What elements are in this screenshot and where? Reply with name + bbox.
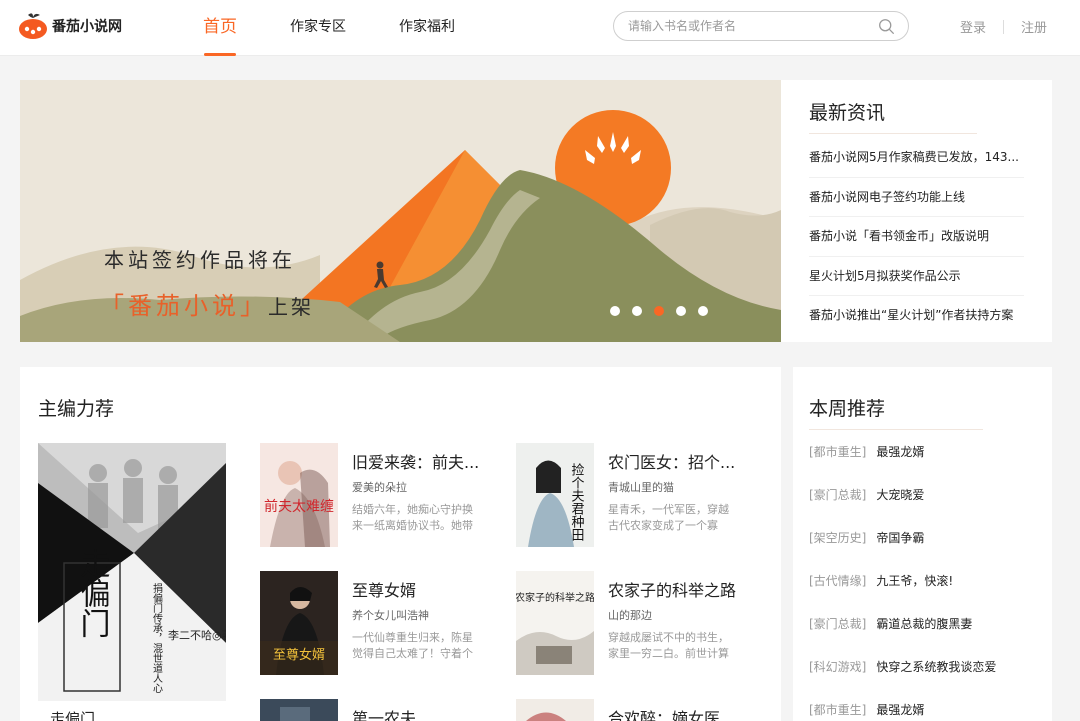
weekly-item[interactable]: [科幻游戏] 快穿之系统教我谈恋爱 [809, 646, 1039, 689]
book-cover[interactable]: 农家子的科举之路 [516, 571, 594, 675]
news-title: 最新资讯 [809, 102, 886, 124]
hero-banner[interactable]: 本站签约作品将在 「番茄小说」上架 [20, 80, 781, 342]
banner-headline: 本站签约作品将在 [104, 248, 296, 272]
feature-cover-author: 李二不哈◎著 [168, 628, 226, 642]
weekly-item-name[interactable]: 最强龙婿 [876, 703, 924, 717]
book-title[interactable]: 农门医女：招个... [608, 449, 748, 473]
banner-subline: 「番茄小说」上架 [100, 286, 314, 321]
auth-divider [1003, 19, 1005, 34]
book-item[interactable]: 捡个夫君种田 农门医女：招个... 青城山里的猫 星青禾，一代军医，穿越古代农家… [516, 443, 746, 547]
book-author[interactable]: 青城山里的猫 [608, 479, 674, 495]
book-cover-text: 农家子的科举之路 [516, 591, 594, 604]
news-item[interactable]: 番茄小说网电子签约功能上线 [809, 178, 1024, 217]
weekly-item[interactable]: [架空历史] 帝国争霸 [809, 517, 1039, 560]
weekly-title: 本周推荐 [809, 398, 886, 420]
weekly-item-category[interactable]: [豪门总裁] [809, 617, 866, 631]
main-nav: 首页 作家专区 作家福利 [192, 0, 497, 56]
news-item[interactable]: 星火计划5月拟获奖作品公示 [809, 257, 1024, 296]
book-author[interactable]: 山的那边 [608, 607, 652, 623]
site-name: 番茄小说网 [52, 19, 122, 35]
carousel-dot-2[interactable] [632, 306, 642, 316]
book-title[interactable]: 至尊女婿 [352, 577, 492, 601]
weekly-item-name[interactable]: 大宠晓爱 [876, 488, 924, 502]
news-divider [809, 133, 977, 134]
book-cover-text: 至尊女婿 [273, 647, 325, 663]
book-title[interactable]: 第一农夫 [352, 705, 492, 721]
weekly-item-category[interactable]: [古代情缘] [809, 574, 866, 588]
weekly-item-category[interactable]: [豪门总裁] [809, 488, 866, 502]
book-desc: 一代仙尊重生归来，陈星觉得自己太难了！守着个冷... [352, 631, 473, 660]
nav-writer-zone[interactable]: 作家专区 [279, 0, 357, 56]
banner-brand: 「番茄小说」 [100, 292, 268, 320]
login-link[interactable]: 登录 [960, 17, 986, 36]
book-title[interactable]: 农家子的科举之路 [608, 577, 748, 601]
feature-cover-art: 走偏门 走偏门 捐偏门传承，混世道人心 李二不哈◎著 [38, 443, 226, 701]
book-item[interactable]: 至尊女婿 至尊女婿 养个女儿叫浩神 一代仙尊重生归来，陈星觉得自己太难了！守着个… [260, 571, 490, 675]
news-item[interactable]: 番茄小说网5月作家稿费已发放，143... [809, 138, 1024, 178]
carousel-dot-3[interactable] [654, 306, 664, 316]
book-item[interactable]: 第一农夫 [260, 699, 490, 721]
book-cover[interactable] [260, 699, 338, 721]
register-link[interactable]: 注册 [1021, 17, 1047, 36]
book-desc: 结婚六年，她痴心守护换来一纸离婚协议书。她带娃... [352, 503, 473, 532]
book-desc: 穿越成屡试不中的书生，家里一穷二白。前世计算机... [608, 631, 729, 660]
weekly-item-category[interactable]: [都市重生] [809, 445, 866, 459]
weekly-item[interactable]: [古代情缘] 九王爷，快滚! [809, 560, 1039, 603]
weekly-item-category[interactable]: [科幻游戏] [809, 660, 866, 674]
book-cover[interactable]: 捡个夫君种田 [516, 443, 594, 547]
feature-cover-tagline: 捐偏门传承，混世道人心 [151, 582, 163, 693]
carousel-dot-1[interactable] [610, 306, 620, 316]
weekly-item[interactable]: [豪门总裁] 霸道总裁的腹黑妻 [809, 603, 1039, 646]
book-title[interactable]: 旧爱来袭：前夫... [352, 449, 492, 473]
book-cover[interactable] [516, 699, 594, 721]
weekly-divider [809, 429, 983, 430]
carousel-dot-5[interactable] [698, 306, 708, 316]
feature-cover-title: 走偏门 [75, 548, 111, 638]
weekly-recommend-panel: 本周推荐 [都市重生] 最强龙婿 [豪门总裁] 大宠晓爱 [架空历史] 帝国争霸 [古… [793, 367, 1052, 721]
search-box [613, 11, 909, 41]
weekly-item-name[interactable]: 快穿之系统教我谈恋爱 [876, 660, 996, 674]
nav-home[interactable]: 首页 [192, 0, 248, 56]
search-icon[interactable] [878, 18, 895, 35]
feature-book-cover[interactable]: 走偏门 走偏门 捐偏门传承，混世道人心 李二不哈◎著 [38, 443, 226, 701]
weekly-item-category[interactable]: [架空历史] [809, 531, 866, 545]
weekly-item[interactable]: [都市重生] 最强龙婿 [809, 689, 1039, 721]
book-cover[interactable]: 前夫太难缠 [260, 443, 338, 547]
site-logo[interactable]: 番茄小说网 [18, 11, 122, 41]
weekly-item-name[interactable]: 帝国争霸 [876, 531, 924, 545]
latest-news-panel: 最新资讯 番茄小说网5月作家稿费已发放，143... 番茄小说网电子签约功能上线… [781, 80, 1052, 342]
weekly-item-name[interactable]: 最强龙婿 [876, 445, 924, 459]
weekly-item[interactable]: [豪门总裁] 大宠晓爱 [809, 474, 1039, 517]
editor-picks-title: 主编力荐 [38, 398, 115, 420]
book-cover-text: 捡个夫君种田 [569, 462, 585, 541]
news-item[interactable]: 番茄小说「看书领金币」改版说明 [809, 217, 1024, 257]
book-item[interactable]: 合欢醉：嫡女医... [516, 699, 746, 721]
tomato-logo-icon [19, 13, 47, 39]
news-item[interactable]: 番茄小说推出“星火计划”作者扶持方案 [809, 296, 1024, 336]
carousel-dot-4[interactable] [676, 306, 686, 316]
book-author[interactable]: 养个女儿叫浩神 [352, 607, 429, 623]
search-input[interactable] [628, 17, 868, 35]
news-list: 番茄小说网5月作家稿费已发放，143... 番茄小说网电子签约功能上线 番茄小说… [809, 138, 1024, 336]
weekly-item-category[interactable]: [都市重生] [809, 703, 866, 717]
book-author[interactable]: 爱美的朵拉 [352, 479, 407, 495]
book-title[interactable]: 合欢醉：嫡女医... [608, 705, 748, 721]
banner-subline-rest: 上架 [268, 295, 314, 319]
top-navbar: 番茄小说网 首页 作家专区 作家福利 登录 注册 [0, 0, 1080, 56]
book-cover[interactable]: 至尊女婿 [260, 571, 338, 675]
editor-picks-panel: 主编力荐 走偏门 走偏门 捐偏门传承，混世道人心 李二不哈◎著 走偏门 [20, 367, 781, 721]
weekly-item[interactable]: [都市重生] 最强龙婿 [809, 431, 1039, 474]
book-desc: 星青禾，一代军医，穿越古代农家变成了一个寡妇，... [608, 503, 729, 532]
weekly-list: [都市重生] 最强龙婿 [豪门总裁] 大宠晓爱 [架空历史] 帝国争霸 [古代情缘] 九… [809, 431, 1039, 721]
book-cover-text: 前夫太难缠 [264, 498, 334, 515]
weekly-item-name[interactable]: 九王爷，快滚! [876, 574, 953, 588]
book-item[interactable]: 前夫太难缠 旧爱来袭：前夫... 爱美的朵拉 结婚六年，她痴心守护换来一纸离婚协… [260, 443, 490, 547]
auth-links: 登录 注册 [960, 17, 1047, 36]
book-item[interactable]: 农家子的科举之路 农家子的科举之路 山的那边 穿越成屡试不中的书生，家里一穷二白… [516, 571, 746, 675]
weekly-item-name[interactable]: 霸道总裁的腹黑妻 [876, 617, 972, 631]
carousel-dots [610, 306, 708, 316]
feature-book-title[interactable]: 走偏门 [50, 708, 95, 721]
nav-writer-benefits[interactable]: 作家福利 [388, 0, 466, 56]
